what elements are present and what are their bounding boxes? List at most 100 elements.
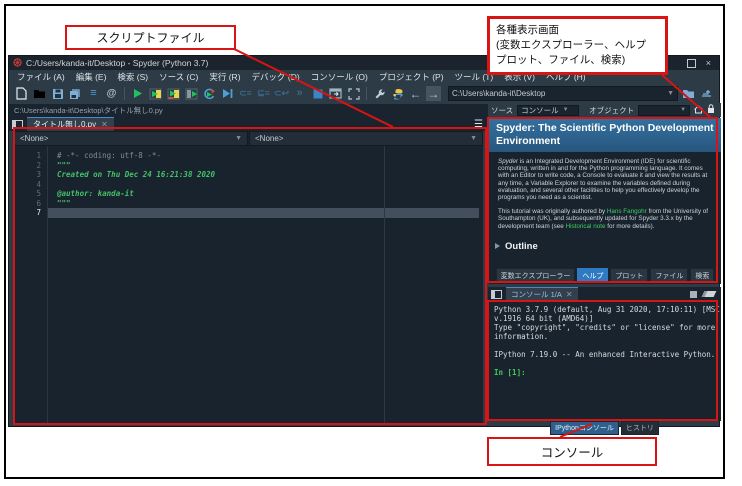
class-combo[interactable]: <None>▼ [14, 131, 248, 146]
help-options-row: ソース コンソール▼ オブジェクト ▼ [488, 103, 721, 117]
callout-console: コンソール [487, 437, 657, 466]
maximize-pane-icon[interactable] [346, 86, 361, 101]
clear-console-icon[interactable] [702, 291, 717, 297]
menu-source[interactable]: ソース (C) [159, 71, 198, 83]
close-button[interactable]: × [706, 58, 711, 68]
spyder-window: C:/Users/kanda-it/Desktop - Spyder (Pyth… [8, 55, 720, 427]
debug-icon[interactable] [220, 86, 235, 101]
code-line: # -*- coding: utf-8 -*- [49, 151, 483, 161]
chevron-down-icon: ▼ [680, 107, 686, 113]
save-icon[interactable] [50, 86, 65, 101]
parent-directory-icon[interactable] [699, 86, 714, 101]
menu-project[interactable]: プロジェクト (P) [379, 71, 444, 83]
class-combo-value: <None> [20, 134, 48, 143]
pane-options-icon[interactable] [12, 120, 23, 129]
console-bottom-tabs: IPythonコンソール ヒストリ [488, 421, 721, 433]
tab-history[interactable]: ヒストリ [621, 421, 659, 435]
tab-files[interactable]: ファイル [650, 268, 688, 283]
callout-panels-line3: プロット、ファイル、検索) [496, 53, 659, 68]
object-combo[interactable]: ▼ [638, 105, 690, 116]
forward-icon[interactable]: → [426, 86, 441, 101]
menu-console[interactable]: コンソール (O) [311, 71, 368, 83]
preferences-wrench-icon[interactable] [372, 86, 387, 101]
outline-label: Outline [505, 241, 538, 252]
step-over-icon[interactable]: ⊂≡ [238, 86, 253, 101]
run-selection-icon[interactable] [184, 86, 199, 101]
interrupt-kernel-icon[interactable] [690, 291, 697, 298]
callout-script-file: スクリプトファイル [65, 25, 236, 50]
continue-icon[interactable]: » [292, 86, 307, 101]
outline-section[interactable]: Outline [489, 237, 721, 252]
menu-file[interactable]: ファイル (A) [17, 71, 65, 83]
browse-directory-icon[interactable] [681, 86, 696, 101]
console-line: Python 3.7.9 (default, Aug 31 2020, 17:1… [494, 305, 721, 314]
source-combo[interactable]: コンソール▼ [517, 105, 579, 116]
console-line: v.1916 64 bit (AMD64)] [494, 314, 721, 323]
code-line: """ [49, 161, 483, 171]
home-icon[interactable] [694, 105, 703, 116]
close-icon[interactable]: ✕ [101, 120, 108, 129]
editor-tab-label: タイトル無し0.py [33, 119, 96, 130]
help-body: Spyder is an Integrated Development Envi… [489, 152, 721, 230]
save-all-icon[interactable] [68, 86, 83, 101]
console-tab-bar: コンソール 1/A ✕ [488, 287, 721, 301]
editor-menu-icon[interactable]: ☰ [474, 119, 483, 130]
menu-run[interactable]: 実行 (R) [209, 71, 240, 83]
step-return-icon[interactable]: ⊂↩ [274, 86, 289, 101]
editor-tab[interactable]: タイトル無し0.py ✕ [27, 117, 114, 132]
run-icon[interactable] [130, 86, 145, 101]
back-icon[interactable]: ← [408, 86, 423, 101]
ipython-console[interactable]: Python 3.7.9 (default, Aug 31 2020, 17:1… [489, 301, 721, 421]
run-cell-icon[interactable] [148, 86, 163, 101]
spyder-logo-icon [13, 58, 22, 69]
step-into-icon[interactable]: ⊆≡ [256, 86, 271, 101]
console-tab-label: コンソール 1/A [511, 289, 562, 300]
tab-variable-explorer[interactable]: 変数エクスプローラー [496, 268, 576, 283]
menu-edit[interactable]: 編集 (E) [76, 71, 107, 83]
file-switcher-icon[interactable]: ≡ [86, 86, 101, 101]
close-icon[interactable]: ✕ [566, 290, 573, 299]
callout-panels-line2: (変数エクスプローラー、ヘルプ [496, 38, 659, 53]
tab-help[interactable]: ヘルプ [577, 268, 608, 283]
symbol-finder-icon[interactable]: @ [104, 86, 119, 101]
help-title: Spyder: The Scientific Python Developmen… [489, 118, 721, 152]
main-toolbar: ≡ @ ⊂≡ ⊆≡ ⊂↩ » ← → C:\Users\kanda-it\Des… [9, 83, 719, 104]
menu-debug[interactable]: デバッグ (D) [252, 71, 300, 83]
pane-options-icon[interactable] [491, 290, 502, 299]
console-tab[interactable]: コンソール 1/A ✕ [506, 287, 578, 301]
rerun-cell-icon[interactable] [202, 86, 217, 101]
tab-ipython-console[interactable]: IPythonコンソール [550, 421, 619, 435]
working-directory-field[interactable]: C:\Users\kanda-it\Desktop ▼ [448, 86, 678, 101]
link-historical-note[interactable]: Historical note [566, 223, 606, 230]
toolbar-separator [366, 87, 367, 100]
new-window-icon[interactable] [328, 86, 343, 101]
new-file-icon[interactable] [14, 86, 29, 101]
maximize-button[interactable] [687, 59, 696, 68]
code-editor[interactable]: <None>▼ <None>▼ 1 2 3 4 5 6 7 # -*- codi… [14, 131, 483, 424]
chevron-down-icon[interactable]: ▼ [667, 90, 674, 97]
right-pane-tabs: 変数エクスプローラー ヘルプ プロット ファイル 検索 [489, 269, 721, 282]
run-cell-advance-icon[interactable] [166, 86, 181, 101]
link-hans-fangohr[interactable]: Hans Fangohr [607, 208, 647, 215]
python-environment-icon[interactable] [390, 86, 405, 101]
chevron-down-icon: ▼ [470, 135, 477, 142]
lock-icon[interactable] [707, 104, 715, 116]
line-number-gutter: 1 2 3 4 5 6 7 [14, 146, 48, 424]
method-combo[interactable]: <None>▼ [249, 131, 483, 146]
menu-search[interactable]: 検索 (S) [117, 71, 148, 83]
console-prompt: In [1]: [494, 368, 721, 377]
tab-find[interactable]: 検索 [690, 268, 714, 283]
screenshot-stage: C:/Users/kanda-it/Desktop - Spyder (Pyth… [0, 0, 742, 486]
code-line: """ [49, 199, 483, 209]
stop-icon[interactable] [310, 86, 325, 101]
code-line: @author: kanda-it [49, 189, 483, 199]
editor-tab-bar: タイトル無し0.py ✕ ☰ [9, 117, 488, 131]
editor-file-path: C:\Users\kanda-it\Desktop\タイトル無し0.py [14, 105, 163, 116]
editor-path-bar: C:\Users\kanda-it\Desktop\タイトル無し0.py [9, 104, 488, 117]
source-combo-value: コンソール [521, 105, 559, 116]
outline-combos: <None>▼ <None>▼ [14, 131, 483, 146]
toolbar-separator [124, 87, 125, 100]
open-file-icon[interactable] [32, 86, 47, 101]
triangle-right-icon [495, 243, 500, 249]
tab-plots[interactable]: プロット [610, 268, 648, 283]
